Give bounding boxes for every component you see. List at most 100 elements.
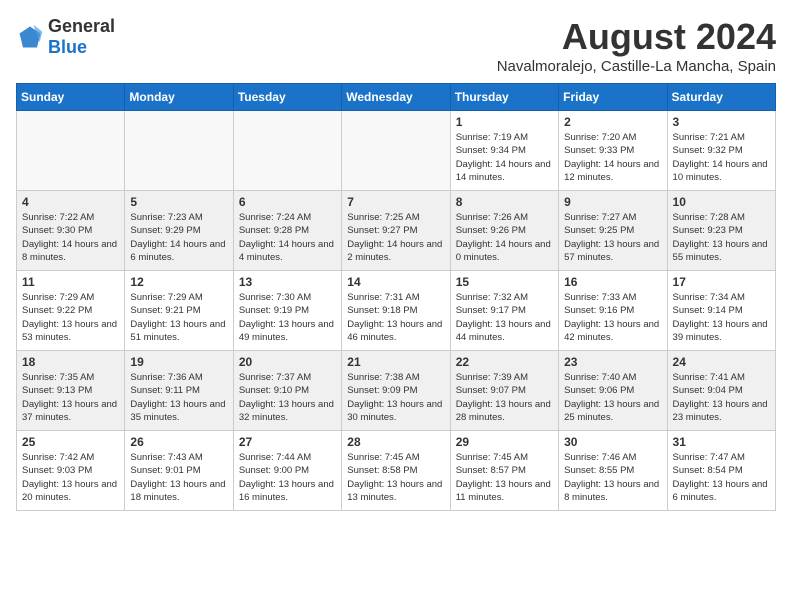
day-number: 31 (673, 435, 770, 449)
calendar-cell-3: 3Sunrise: 7:21 AM Sunset: 9:32 PM Daylig… (667, 111, 775, 191)
calendar-cell-empty (233, 111, 341, 191)
calendar-cell-empty (17, 111, 125, 191)
day-info: Sunrise: 7:45 AM Sunset: 8:57 PM Dayligh… (456, 451, 553, 504)
calendar-cell-31: 31 Sunrise: 7:47 AM Sunset: 8:54 PM Dayli… (667, 431, 775, 511)
day-info: Sunrise: 7:19 AM Sunset: 9:34 PM Dayligh… (456, 131, 553, 184)
day-info: Sunrise: 7:35 AM Sunset: 9:13 PM Dayligh… (22, 371, 119, 424)
month-year: August 2024 (497, 16, 776, 58)
page-header: General Blue August 2024 Navalmoralejo, … (16, 16, 776, 75)
calendar-cell-8: 8Sunrise: 7:26 AM Sunset: 9:26 PM Daylig… (450, 191, 558, 271)
calendar-cell-13: 13Sunrise: 7:30 AM Sunset: 9:19 PM Dayli… (233, 271, 341, 351)
day-number: 22 (456, 355, 553, 369)
day-info: Sunrise: 7:36 AM Sunset: 9:11 PM Dayligh… (130, 371, 227, 424)
day-info: Sunrise: 7:28 AM Sunset: 9:23 PM Dayligh… (673, 211, 770, 264)
calendar-week-4: 18 Sunrise: 7:35 AM Sunset: 9:13 PM Dayli… (17, 351, 776, 431)
day-number: 28 (347, 435, 444, 449)
day-number: 5 (130, 195, 227, 209)
day-number: 29 (456, 435, 553, 449)
weekday-header-thursday: Thursday (450, 84, 558, 111)
day-info: Sunrise: 7:42 AM Sunset: 9:03 PM Dayligh… (22, 451, 119, 504)
logo: General Blue (16, 16, 115, 58)
day-info: Sunrise: 7:41 AM Sunset: 9:04 PM Dayligh… (673, 371, 770, 424)
calendar-table: SundayMondayTuesdayWednesdayThursdayFrid… (16, 83, 776, 511)
calendar-cell-21: 21 Sunrise: 7:38 AM Sunset: 9:09 PM Dayli… (342, 351, 450, 431)
day-info: Sunrise: 7:25 AM Sunset: 9:27 PM Dayligh… (347, 211, 444, 264)
calendar-cell-5: 5 Sunrise: 7:23 AM Sunset: 9:29 PM Daylig… (125, 191, 233, 271)
calendar-cell-20: 20 Sunrise: 7:37 AM Sunset: 9:10 PM Dayli… (233, 351, 341, 431)
calendar-cell-22: 22 Sunrise: 7:39 AM Sunset: 9:07 PM Dayli… (450, 351, 558, 431)
day-info: Sunrise: 7:23 AM Sunset: 9:29 PM Dayligh… (130, 211, 227, 264)
day-info: Sunrise: 7:32 AM Sunset: 9:17 PM Dayligh… (456, 291, 553, 344)
day-number: 19 (130, 355, 227, 369)
calendar-cell-10: 10 Sunrise: 7:28 AM Sunset: 9:23 PM Dayli… (667, 191, 775, 271)
day-info: Sunrise: 7:20 AM Sunset: 9:33 PM Dayligh… (564, 131, 661, 184)
day-number: 10 (673, 195, 770, 209)
day-number: 16 (564, 275, 661, 289)
day-number: 23 (564, 355, 661, 369)
day-number: 12 (130, 275, 227, 289)
calendar-cell-27: 27 Sunrise: 7:44 AM Sunset: 9:00 PM Dayli… (233, 431, 341, 511)
calendar-cell-empty (125, 111, 233, 191)
day-info: Sunrise: 7:22 AM Sunset: 9:30 PM Dayligh… (22, 211, 119, 264)
day-number: 1 (456, 115, 553, 129)
location: Navalmoralejo, Castille-La Mancha, Spain (497, 58, 776, 75)
day-info: Sunrise: 7:44 AM Sunset: 9:00 PM Dayligh… (239, 451, 336, 504)
day-number: 15 (456, 275, 553, 289)
weekday-header-friday: Friday (559, 84, 667, 111)
calendar-cell-23: 23 Sunrise: 7:40 AM Sunset: 9:06 PM Dayli… (559, 351, 667, 431)
logo-blue: Blue (48, 37, 87, 57)
day-info: Sunrise: 7:45 AM Sunset: 8:58 PM Dayligh… (347, 451, 444, 504)
calendar-cell-29: 29 Sunrise: 7:45 AM Sunset: 8:57 PM Dayli… (450, 431, 558, 511)
day-info: Sunrise: 7:38 AM Sunset: 9:09 PM Dayligh… (347, 371, 444, 424)
weekday-header-monday: Monday (125, 84, 233, 111)
weekday-header-tuesday: Tuesday (233, 84, 341, 111)
calendar-cell-30: 30 Sunrise: 7:46 AM Sunset: 8:55 PM Dayli… (559, 431, 667, 511)
calendar-cell-25: 25 Sunrise: 7:42 AM Sunset: 9:03 PM Dayli… (17, 431, 125, 511)
day-number: 9 (564, 195, 661, 209)
day-info: Sunrise: 7:47 AM Sunset: 8:54 PM Dayligh… (673, 451, 770, 504)
day-number: 4 (22, 195, 119, 209)
calendar-cell-28: 28 Sunrise: 7:45 AM Sunset: 8:58 PM Dayli… (342, 431, 450, 511)
day-number: 7 (347, 195, 444, 209)
calendar-cell-9: 9 Sunrise: 7:27 AM Sunset: 9:25 PM Daylig… (559, 191, 667, 271)
calendar-cell-15: 15 Sunrise: 7:32 AM Sunset: 9:17 PM Dayli… (450, 271, 558, 351)
day-info: Sunrise: 7:37 AM Sunset: 9:10 PM Dayligh… (239, 371, 336, 424)
calendar-week-2: 4 Sunrise: 7:22 AM Sunset: 9:30 PM Daylig… (17, 191, 776, 271)
day-number: 2 (564, 115, 661, 129)
day-info: Sunrise: 7:40 AM Sunset: 9:06 PM Dayligh… (564, 371, 661, 424)
calendar-week-3: 11Sunrise: 7:29 AM Sunset: 9:22 PM Dayli… (17, 271, 776, 351)
day-number: 20 (239, 355, 336, 369)
calendar-cell-12: 12 Sunrise: 7:29 AM Sunset: 9:21 PM Dayli… (125, 271, 233, 351)
calendar-cell-11: 11Sunrise: 7:29 AM Sunset: 9:22 PM Dayli… (17, 271, 125, 351)
day-info: Sunrise: 7:27 AM Sunset: 9:25 PM Dayligh… (564, 211, 661, 264)
day-number: 21 (347, 355, 444, 369)
calendar-cell-26: 26Sunrise: 7:43 AM Sunset: 9:01 PM Dayli… (125, 431, 233, 511)
day-number: 8 (456, 195, 553, 209)
day-info: Sunrise: 7:46 AM Sunset: 8:55 PM Dayligh… (564, 451, 661, 504)
calendar-cell-6: 6Sunrise: 7:24 AM Sunset: 9:28 PM Daylig… (233, 191, 341, 271)
day-number: 26 (130, 435, 227, 449)
calendar-cell-empty (342, 111, 450, 191)
calendar-cell-19: 19 Sunrise: 7:36 AM Sunset: 9:11 PM Dayli… (125, 351, 233, 431)
logo-general: General (48, 16, 115, 36)
title-block: August 2024 Navalmoralejo, Castille-La M… (497, 16, 776, 75)
day-info: Sunrise: 7:39 AM Sunset: 9:07 PM Dayligh… (456, 371, 553, 424)
weekday-header-wednesday: Wednesday (342, 84, 450, 111)
day-number: 24 (673, 355, 770, 369)
calendar-cell-2: 2 Sunrise: 7:20 AM Sunset: 9:33 PM Daylig… (559, 111, 667, 191)
day-number: 11 (22, 275, 119, 289)
calendar-cell-24: 24 Sunrise: 7:41 AM Sunset: 9:04 PM Dayli… (667, 351, 775, 431)
calendar-cell-1: 1 Sunrise: 7:19 AM Sunset: 9:34 PM Daylig… (450, 111, 558, 191)
day-number: 30 (564, 435, 661, 449)
calendar-week-1: 1 Sunrise: 7:19 AM Sunset: 9:34 PM Daylig… (17, 111, 776, 191)
day-number: 13 (239, 275, 336, 289)
day-number: 25 (22, 435, 119, 449)
calendar-cell-14: 14Sunrise: 7:31 AM Sunset: 9:18 PM Dayli… (342, 271, 450, 351)
calendar-cell-18: 18 Sunrise: 7:35 AM Sunset: 9:13 PM Dayli… (17, 351, 125, 431)
calendar-week-5: 25 Sunrise: 7:42 AM Sunset: 9:03 PM Dayli… (17, 431, 776, 511)
day-number: 27 (239, 435, 336, 449)
day-info: Sunrise: 7:33 AM Sunset: 9:16 PM Dayligh… (564, 291, 661, 344)
day-info: Sunrise: 7:29 AM Sunset: 9:21 PM Dayligh… (130, 291, 227, 344)
day-number: 18 (22, 355, 119, 369)
calendar-cell-4: 4 Sunrise: 7:22 AM Sunset: 9:30 PM Daylig… (17, 191, 125, 271)
